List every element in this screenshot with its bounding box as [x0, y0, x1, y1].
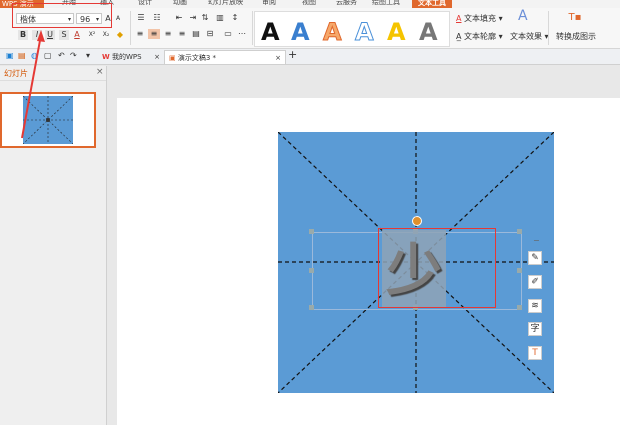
- collapse-toolbar-icon[interactable]: −: [533, 236, 540, 245]
- annotation-arrow: [21, 30, 45, 139]
- text-to-graphic-icon[interactable]: T: [528, 346, 542, 360]
- layers-icon[interactable]: ≋: [528, 299, 542, 313]
- pen-color-icon[interactable]: ✐: [528, 275, 542, 289]
- edit-shape-icon[interactable]: ✎: [528, 251, 542, 265]
- character-format-icon[interactable]: 字: [528, 322, 542, 336]
